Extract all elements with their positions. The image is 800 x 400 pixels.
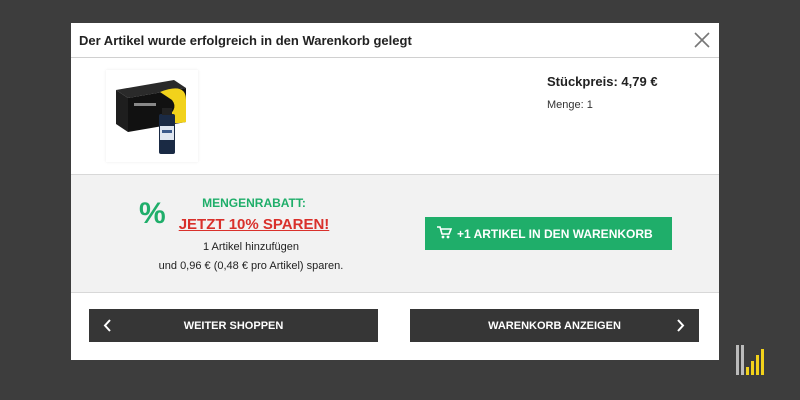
discount-save-text: JETZT 10% SPAREN! <box>178 216 330 233</box>
close-button[interactable] <box>691 29 713 51</box>
continue-shopping-label: WEITER SHOPPEN <box>183 320 284 332</box>
view-cart-label: WARENKORB ANZEIGEN <box>488 320 621 332</box>
quantity: Menge: 1 <box>547 99 593 111</box>
discount-line-2: und 0,96 € (0,48 € pro Artikel) sparen. <box>158 260 344 272</box>
product-image <box>106 70 198 162</box>
percent-icon: % <box>139 197 166 230</box>
discount-line-1: 1 Artikel hinzufügen <box>202 241 299 253</box>
chevron-right-icon <box>677 319 685 332</box>
view-cart-button[interactable]: WARENKORB ANZEIGEN <box>410 309 699 342</box>
add-one-more-button[interactable]: +1 ARTIKEL IN DEN WARENKORB <box>425 217 672 250</box>
modal-header: Der Artikel wurde erfolgreich in den War… <box>71 23 719 58</box>
discount-heading: MENGENRABATT: <box>202 196 306 210</box>
add-button-label: +1 ARTIKEL IN DEN WARENKORB <box>457 227 653 241</box>
cart-icon <box>437 226 452 239</box>
close-icon <box>694 32 710 48</box>
volume-discount-panel: % MENGENRABATT: JETZT 10% SPAREN! 1 Arti… <box>71 174 719 293</box>
unit-price: Stückpreis: 4,79 € <box>547 74 658 89</box>
continue-shopping-button[interactable]: WEITER SHOPPEN <box>89 309 378 342</box>
modal-title: Der Artikel wurde erfolgreich in den War… <box>79 33 412 48</box>
cart-modal: Der Artikel wurde erfolgreich in den War… <box>71 23 719 360</box>
product-row: Stückpreis: 4,79 € Menge: 1 <box>71 59 719 174</box>
brand-logo <box>736 345 768 375</box>
